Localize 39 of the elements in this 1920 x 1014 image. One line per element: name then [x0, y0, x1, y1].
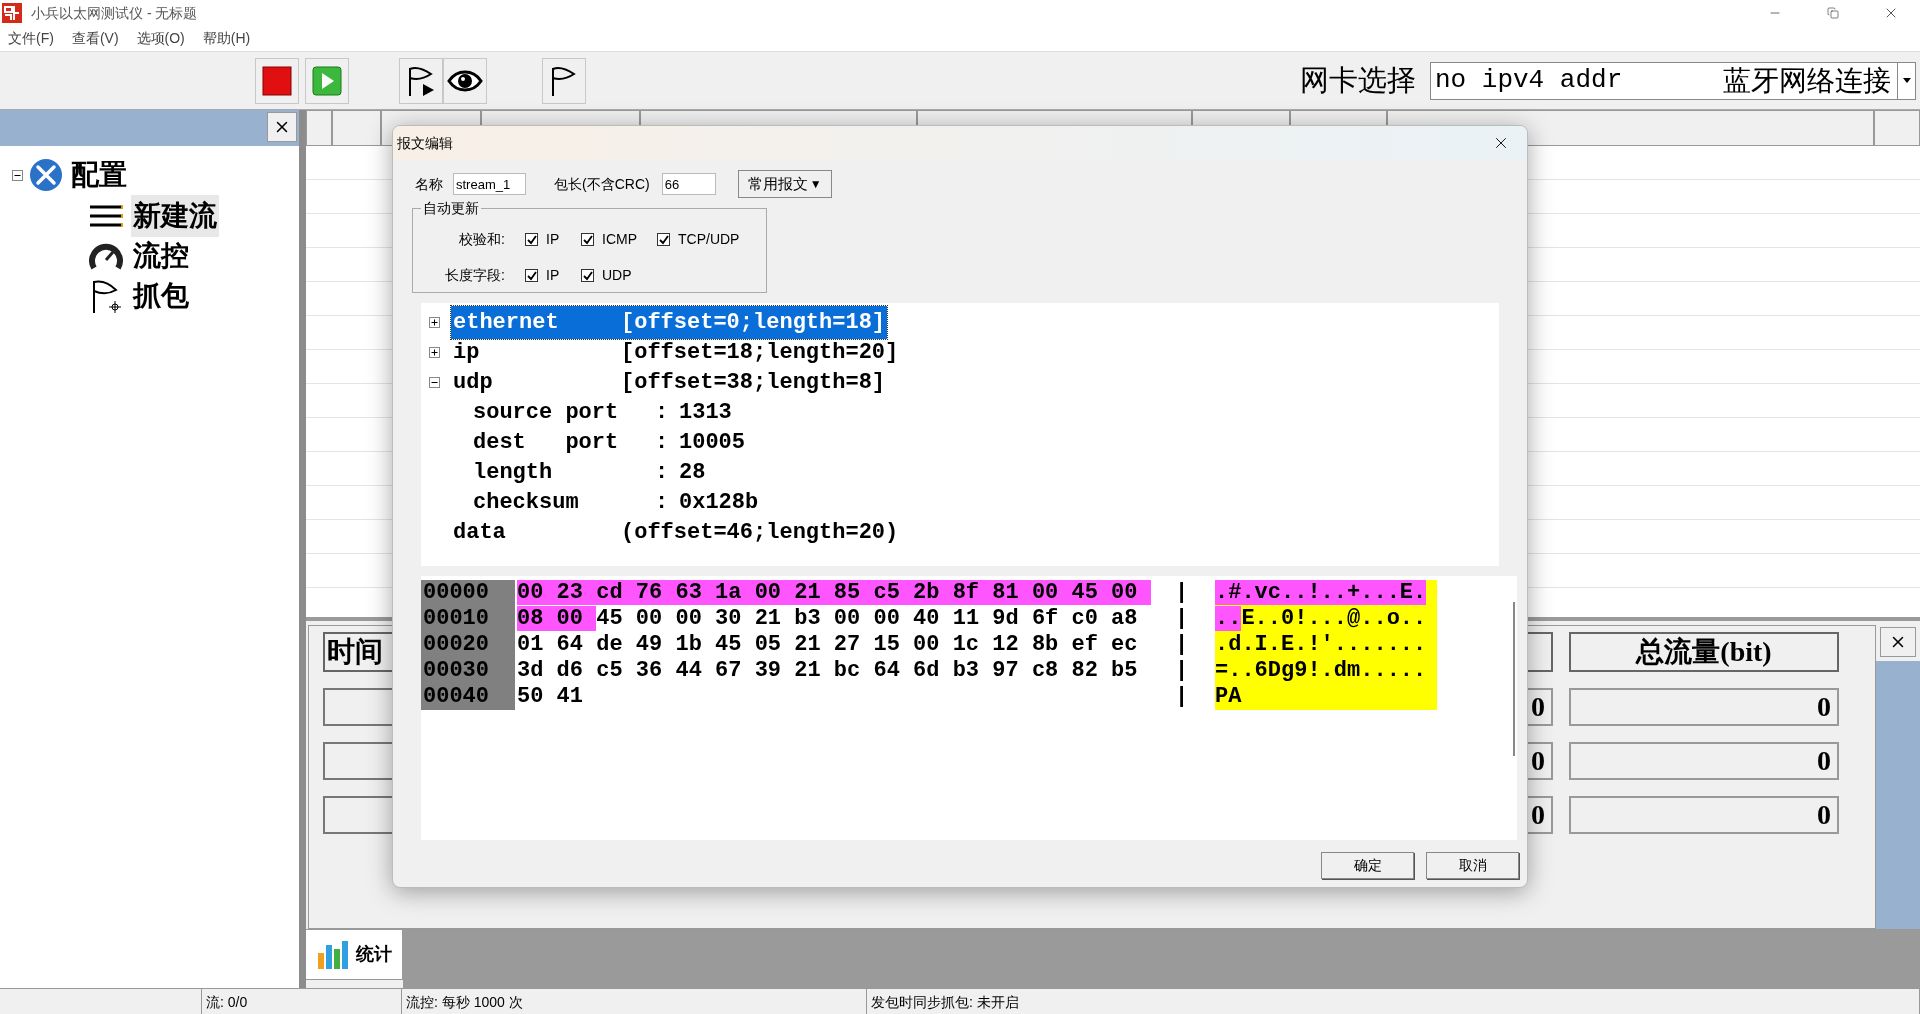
status-text: 发包时同步抓包: 未开启 — [867, 989, 1920, 1014]
checkbox-label: TCP/UDP — [678, 230, 740, 249]
value-cell: 0 — [1569, 796, 1839, 835]
value-cell: 0 — [1569, 688, 1839, 727]
separator-text: | — [1175, 632, 1190, 658]
window-title: 小兵以太网测试仪 - 无标题 — [31, 3, 198, 23]
ascii-text: =..6Dg9!.dm..... — [1215, 658, 1437, 684]
checkbox-label: UDP — [602, 266, 632, 285]
offset-cell: 00010 — [421, 606, 515, 632]
option-label: 长度字段: — [444, 266, 506, 285]
ascii-text: PA — [1215, 684, 1437, 710]
hex-bytes: 3d d6 c5 36 44 67 39 21 bc 64 6d b3 97 c8 82 b5 — [516, 658, 1139, 684]
ascii-text: ..E..0!...@..o.. — [1215, 606, 1437, 632]
hex-bytes: 01 64 de 49 1b 45 05 21 27 15 00 1c 12 8b ef ec — [516, 632, 1139, 658]
offset-cell: 00040 — [421, 684, 515, 710]
status-text: 流控: 每秒 1000 次 — [402, 989, 867, 1014]
checkbox-label: IP — [546, 230, 560, 249]
field-label: 包长(不含CRC) — [554, 174, 650, 194]
nic-label: 网卡选择 — [1300, 62, 1416, 98]
group-title: 自动更新 — [421, 199, 481, 217]
separator-text: | — [1175, 606, 1190, 632]
hex-bytes: 08 00 45 00 00 30 21 b3 00 00 40 11 9d 6f c0 a8 — [516, 606, 1139, 632]
ascii-text: .#.vc..!..+...E. — [1215, 580, 1437, 606]
dialog-title: 报文编辑 — [397, 133, 453, 153]
separator-text: | — [1175, 658, 1190, 684]
offset-cell: 00030 — [421, 658, 515, 684]
checkbox-label: ICMP — [602, 230, 637, 249]
separator-text: | — [1175, 684, 1190, 710]
offset-cell: 00020 — [421, 632, 515, 658]
column-header: 总流量(bit) — [1569, 632, 1839, 673]
checkbox-label: IP — [546, 266, 560, 285]
hex-bytes: 50 41 — [516, 684, 584, 710]
value-cell: 0 — [1569, 742, 1839, 781]
ascii-text: .d.I.E.!'....... — [1215, 632, 1437, 658]
separator-text: | — [1175, 580, 1190, 606]
offset-cell: 00000 — [421, 580, 515, 606]
field-label: 名称 — [415, 174, 443, 194]
option-label: 校验和: — [458, 230, 506, 249]
status-text: 流: 0/0 — [202, 989, 402, 1014]
